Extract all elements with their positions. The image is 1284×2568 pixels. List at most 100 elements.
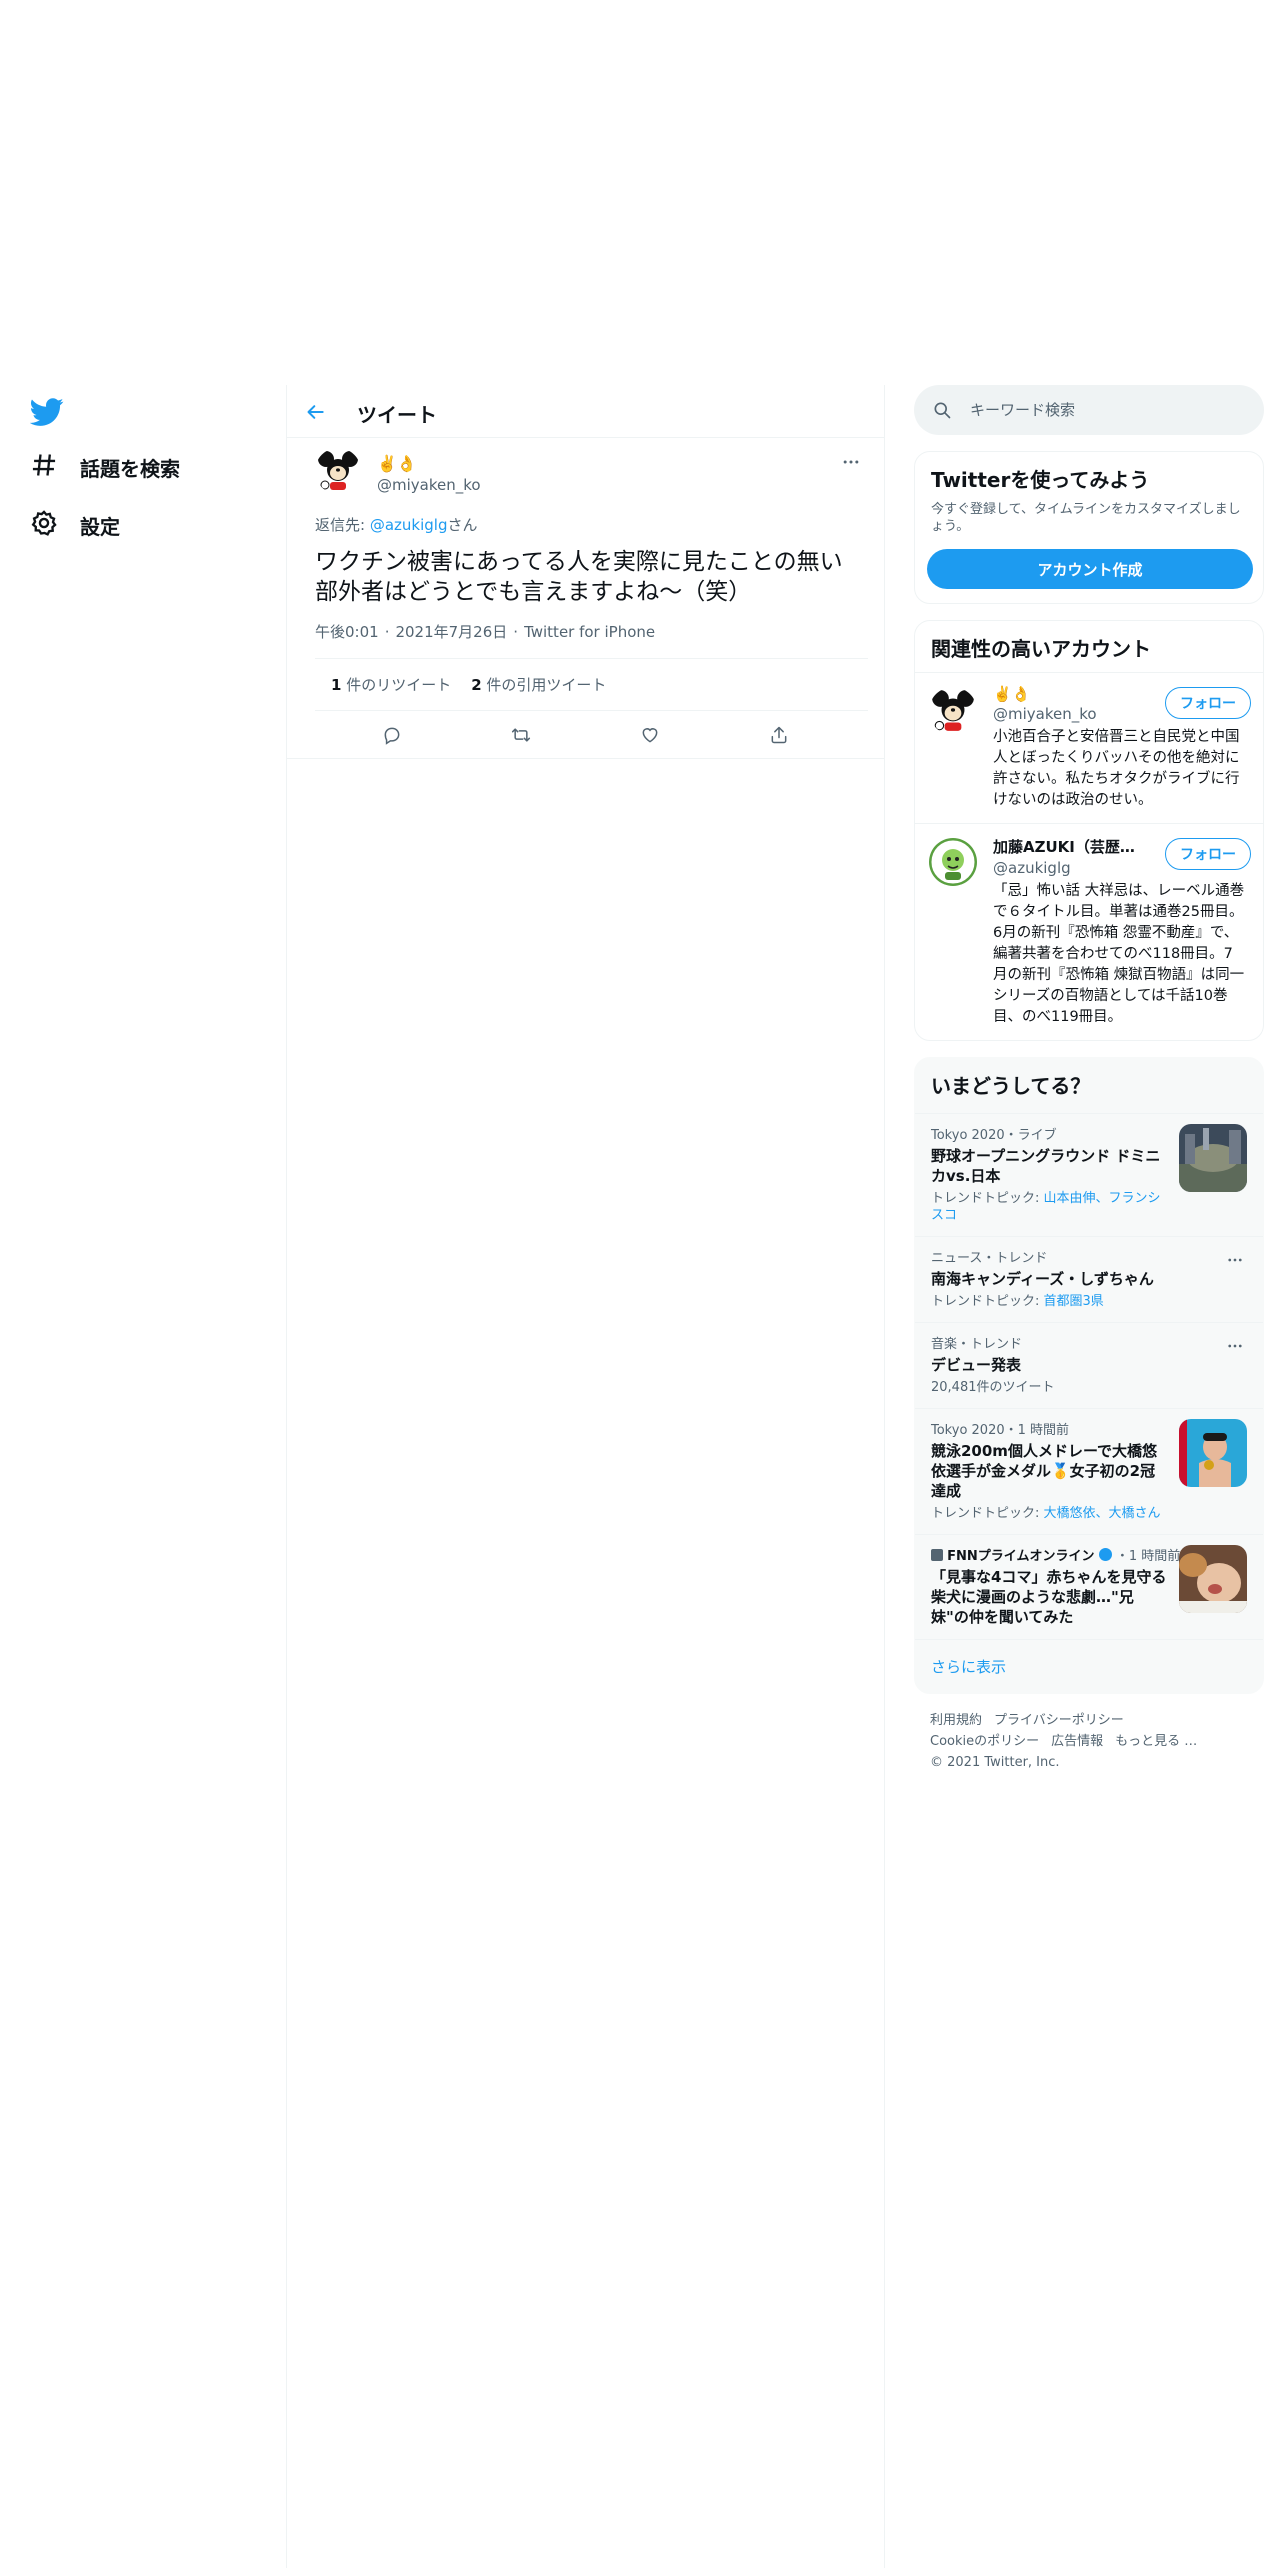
more-dots-icon	[1228, 1344, 1242, 1348]
create-account-button[interactable]: アカウント作成	[927, 549, 1253, 589]
follow-button[interactable]: フォロー	[1165, 687, 1251, 719]
tweet-source[interactable]: Twitter for iPhone	[524, 623, 655, 641]
author-name[interactable]: ✌️👌	[377, 454, 417, 473]
column-divider	[884, 385, 885, 2568]
retweets-count: 1	[331, 676, 342, 694]
trend-topic-link[interactable]: 大橋悠依、大橋さん	[1044, 1506, 1161, 1521]
signup-description: 今すぐ登録して、タイムラインをカスタマイズしましょう。	[931, 502, 1241, 534]
reply-button[interactable]	[374, 717, 410, 753]
footer-link-cookies[interactable]: Cookieのポリシー	[930, 1734, 1039, 1749]
trend-topic-link[interactable]: 首都圏3県	[1044, 1294, 1104, 1309]
twitter-logo-icon[interactable]	[29, 395, 64, 429]
main-header: ツイート	[287, 385, 884, 438]
related-user[interactable]: 加藤AZUKI（芸歴三十 @azukiglg 「忌」怖い話 大祥忌は、レーベル通…	[915, 823, 1263, 1040]
quotes-label: 件の引用ツイート	[481, 676, 607, 694]
related-user[interactable]: ✌️👌 @miyaken_ko 小池百合子と安倍晋三と自民党と中国人とぼったくり…	[915, 673, 1263, 823]
heart-icon	[642, 727, 658, 743]
search-input[interactable]	[970, 401, 1230, 419]
trend-time: ・1 時間前	[1115, 1549, 1181, 1564]
signup-card: Twitterを使ってみよう 今すぐ登録して、タイムラインをカスタマイズしましょ…	[914, 451, 1264, 604]
user-name: 加藤AZUKI（芸歴三十	[993, 838, 1143, 856]
user-bio: 小池百合子と安倍晋三と自民党と中国人とぼったくりバッハその他を絶対に許さない。私…	[993, 729, 1240, 808]
tweet-more-button[interactable]	[836, 450, 866, 474]
trend-sub: トレンドトピック: 首都圏3県	[931, 1293, 1247, 1310]
sidebar-item-settings[interactable]: 設定	[30, 505, 120, 545]
reply-suffix: さん	[447, 516, 478, 534]
retweets-stat[interactable]: 1 件のリツイート	[331, 674, 451, 695]
trend-title: デビュー発表	[931, 1356, 1022, 1374]
reply-mention-link[interactable]: @azukiglg	[370, 516, 448, 534]
trend-item[interactable]: Tokyo 2020・1 時間前 競泳200m個人メドレーで大橋悠依選手が金メダ…	[915, 1408, 1263, 1534]
avatar	[929, 838, 977, 886]
avatar	[929, 687, 977, 735]
news-source-logo-icon	[931, 1549, 943, 1561]
trends-title: いまどうしてる？	[931, 1074, 1091, 1098]
signup-title: Twitterを使ってみよう	[931, 468, 1150, 492]
retweet-button[interactable]	[503, 717, 539, 753]
avatar[interactable]	[315, 448, 361, 494]
user-name: ✌️👌	[993, 685, 1031, 703]
footer: 利用規約 プライバシーポリシー Cookieのポリシー 広告情報 もっと見る … © …	[914, 1694, 1264, 1789]
footer-link-ads[interactable]: 広告情報	[1051, 1734, 1103, 1749]
tweet-text: ワクチン被害にあってる人を実際に見たことの無い部外者はどうとでも言えますよね〜（…	[315, 549, 843, 605]
trend-sub: トレンドトピック: 山本由伸、フランシスコ	[931, 1190, 1247, 1224]
search-bar[interactable]	[914, 385, 1264, 435]
quotes-stat[interactable]: 2 件の引用ツイート	[471, 674, 606, 695]
arrow-left-icon	[307, 405, 324, 419]
trend-meta: ニュース・トレンド	[931, 1251, 1048, 1266]
trend-more-button[interactable]	[1223, 1337, 1247, 1355]
follow-button[interactable]: フォロー	[1165, 838, 1251, 870]
gear-icon	[30, 509, 58, 541]
meta-separator: ·	[513, 622, 519, 641]
share-button[interactable]	[761, 717, 797, 753]
footer-link-privacy[interactable]: プライバシーポリシー	[994, 1713, 1124, 1728]
sidebar-item-label: 話題を検索	[80, 456, 180, 481]
back-button[interactable]	[301, 397, 331, 427]
trend-sub-prefix: トレンドトピック:	[931, 1191, 1044, 1206]
trend-source: FNNプライムオンライン	[947, 1549, 1095, 1564]
verified-badge-icon	[1098, 1548, 1112, 1561]
left-sidebar: 話題を検索 設定	[0, 385, 286, 2568]
retweet-icon	[511, 727, 530, 742]
related-accounts-card: 関連性の高いアカウント ✌️👌 @miyaken_ko 小池百合子と安倍晋三と自…	[914, 620, 1264, 1041]
trend-sub-prefix: トレンドトピック:	[931, 1294, 1044, 1309]
author-handle[interactable]: @miyaken_ko	[377, 476, 481, 494]
trend-item[interactable]: ニュース・トレンド 南海キャンディーズ・しずちゃん トレンドトピック: 首都圏3…	[915, 1236, 1263, 1322]
footer-link-terms[interactable]: 利用規約	[930, 1713, 982, 1728]
trend-item[interactable]: Tokyo 2020・ライブ 野球オープニングラウンド ドミニカvs.日本 トレ…	[915, 1113, 1263, 1236]
tweet-date[interactable]: 2021年7月26日	[395, 621, 507, 642]
more-dots-icon	[1228, 1258, 1242, 1262]
reply-prefix: 返信先:	[315, 516, 370, 534]
trend-thumbnail	[1179, 1545, 1247, 1613]
trend-sub: 20,481件のツイート	[931, 1380, 1055, 1395]
trend-item[interactable]: 音楽・トレンド デビュー発表 20,481件のツイート	[915, 1322, 1263, 1408]
trend-thumbnail	[1179, 1419, 1247, 1487]
tweet-time[interactable]: 午後0:01	[315, 621, 379, 642]
copyright: © 2021 Twitter, Inc.	[930, 1755, 1060, 1770]
meta-separator: ·	[384, 622, 390, 641]
sidebar-item-explore[interactable]: 話題を検索	[30, 447, 180, 487]
trend-meta: 音楽・トレンド	[931, 1337, 1023, 1352]
trend-sub-prefix: トレンドトピック:	[931, 1506, 1044, 1521]
like-button[interactable]	[632, 717, 668, 753]
show-more-link[interactable]: さらに表示	[915, 1639, 1263, 1693]
tweet-detail: ✌️👌 @miyaken_ko 返信先: @azukiglgさん ワクチン被害に…	[287, 438, 884, 759]
more-dots-icon	[843, 460, 859, 464]
tweet-stats: 1 件のリツイート 2 件の引用ツイート	[315, 659, 868, 711]
main-column: ツイート ✌️👌 @miyaken_ko 返信先: @azukiglgさん ワク…	[287, 385, 884, 759]
hashtag-icon	[30, 451, 58, 483]
trend-thumbnail	[1179, 1124, 1247, 1192]
reply-icon	[384, 727, 400, 745]
trend-more-button[interactable]	[1223, 1251, 1247, 1269]
trends-card: いまどうしてる？ Tokyo 2020・ライブ 野球オープニングラウンド ドミニ…	[914, 1057, 1264, 1694]
user-bio: 「忌」怖い話 大祥忌は、レーベル通巻で６タイトル目。単著は通巻25冊目。6月の新…	[993, 883, 1245, 1025]
right-sidebar: Twitterを使ってみよう 今すぐ登録して、タイムラインをカスタマイズしましょ…	[914, 385, 1264, 1789]
tweet-author: ✌️👌 @miyaken_ko	[303, 438, 868, 500]
search-icon	[934, 402, 951, 419]
retweets-label: 件のリツイート	[341, 676, 452, 694]
related-title: 関連性の高いアカウント	[915, 621, 1263, 673]
footer-link-more[interactable]: もっと見る …	[1115, 1734, 1197, 1749]
trend-item[interactable]: FNNプライムオンライン ・1 時間前 「見事な4コマ」赤ちゃんを見守る柴犬に漫…	[915, 1534, 1263, 1639]
trend-title: 南海キャンディーズ・しずちゃん	[931, 1270, 1154, 1288]
trend-sub: トレンドトピック: 大橋悠依、大橋さん	[931, 1505, 1247, 1522]
